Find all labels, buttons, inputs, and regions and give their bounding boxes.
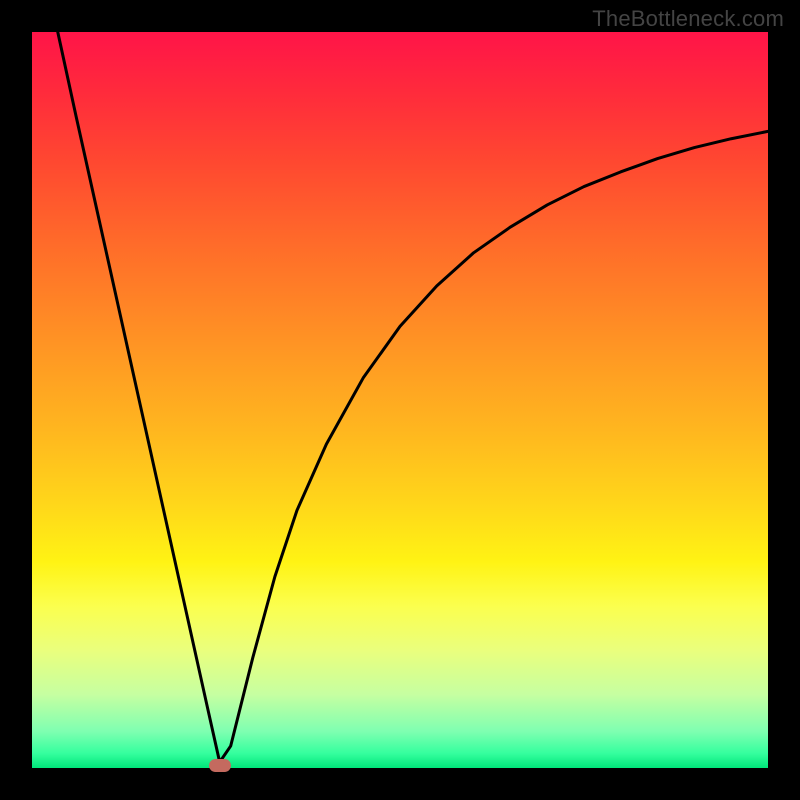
curve-path (58, 32, 768, 762)
watermark-text: TheBottleneck.com (592, 6, 784, 32)
chart-frame: TheBottleneck.com (0, 0, 800, 800)
minimum-marker (209, 759, 231, 772)
curve-svg (32, 32, 768, 768)
